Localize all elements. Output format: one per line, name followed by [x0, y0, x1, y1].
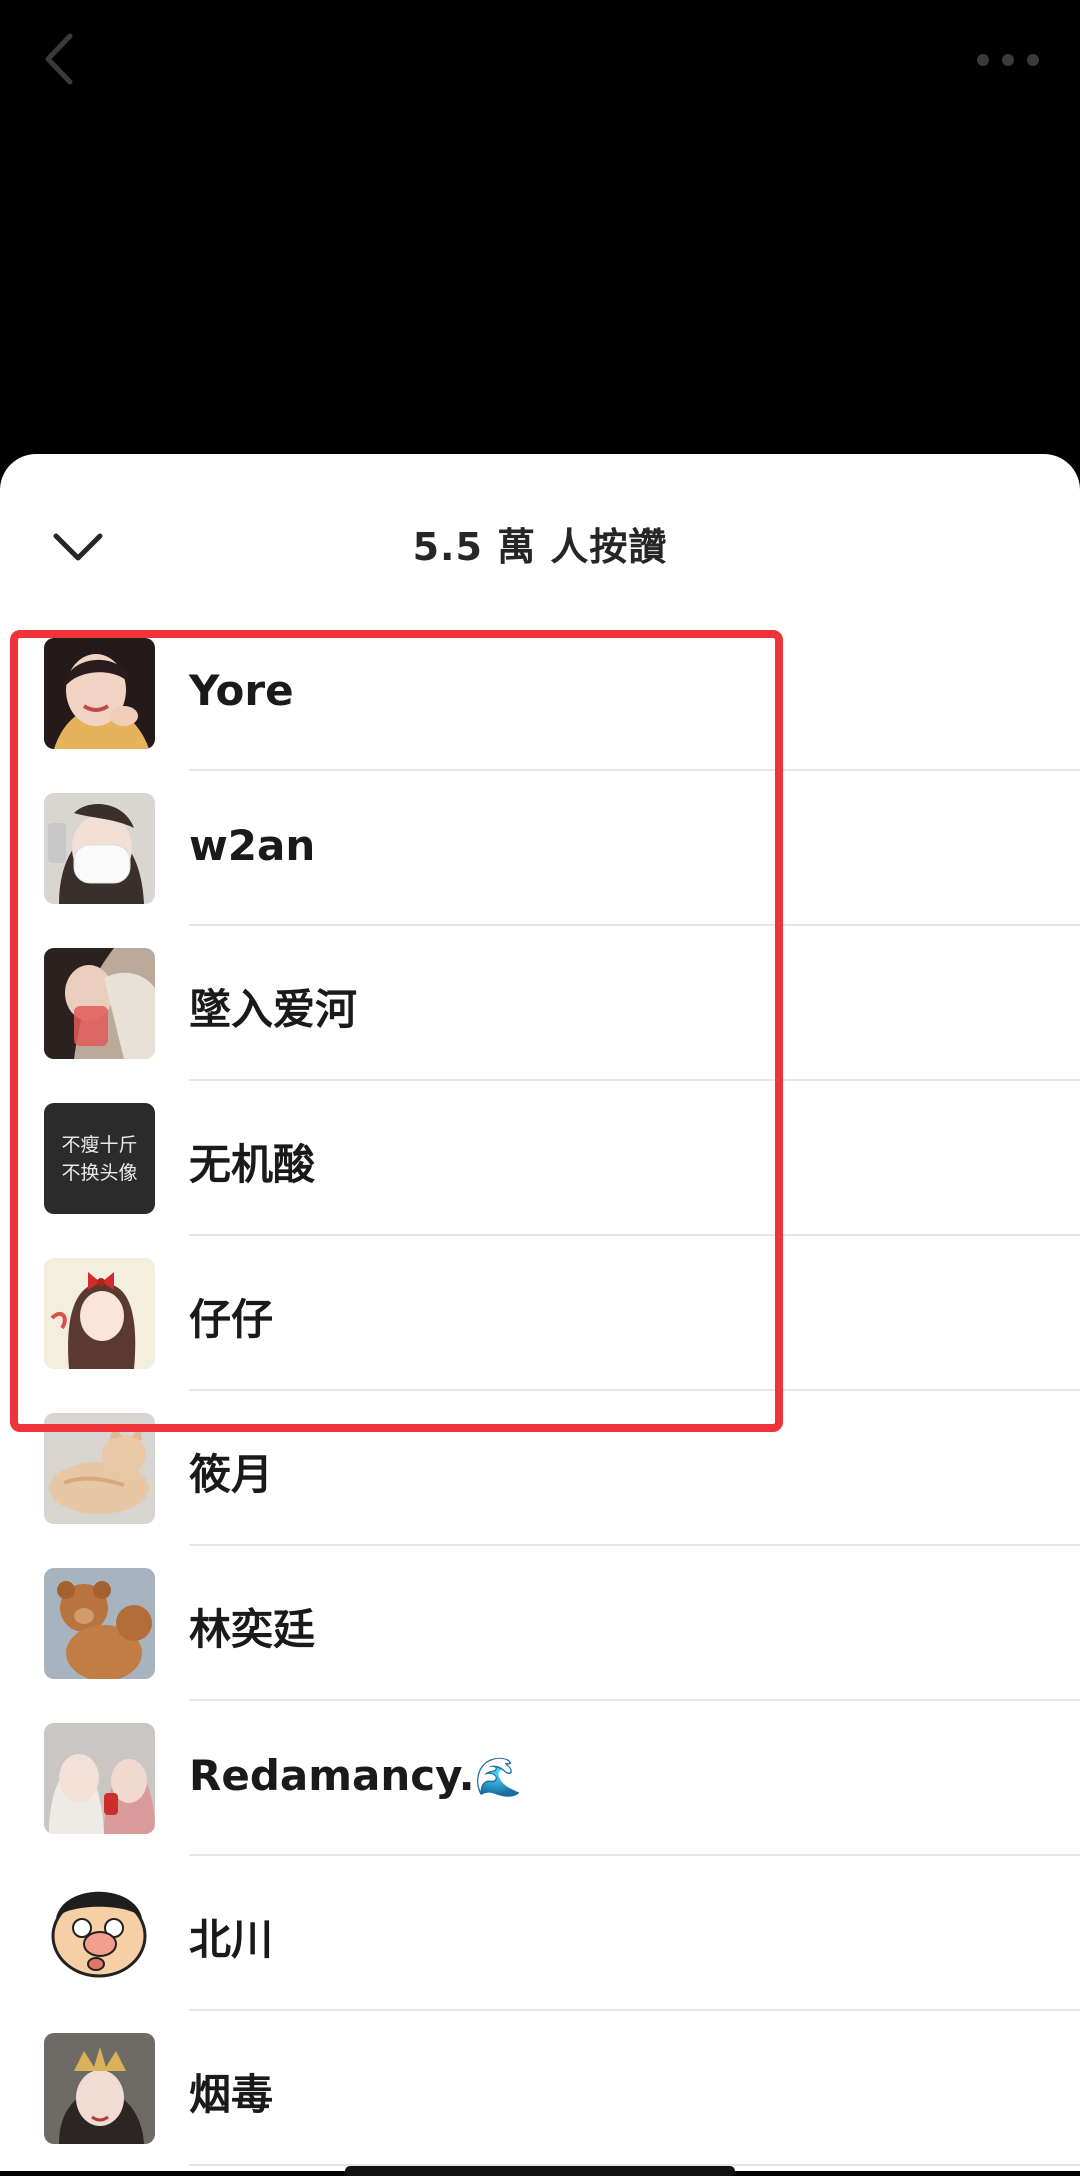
liker-name[interactable]: Redamancy.🌊	[189, 1751, 522, 1800]
liker-name[interactable]: 墜入爱河	[189, 976, 357, 1037]
avatar[interactable]	[44, 1878, 155, 1989]
liker-row[interactable]: Yore	[0, 616, 1080, 771]
avatar[interactable]	[44, 948, 155, 1059]
top-bar	[0, 0, 1080, 454]
sheet-header: 5.5 萬 人按讚	[0, 454, 1080, 624]
more-horizontal-icon	[977, 54, 1039, 66]
liker-row[interactable]: w2an	[0, 771, 1080, 926]
liker-row[interactable]: 烟毒	[0, 2011, 1080, 2166]
home-indicator	[345, 2166, 735, 2176]
liker-row[interactable]: 林奕廷	[0, 1546, 1080, 1701]
avatar-text: 不瘦十斤 不换头像	[44, 1103, 155, 1214]
liker-name[interactable]: 北川	[189, 1906, 273, 1967]
liker-name[interactable]: 林奕廷	[189, 1596, 315, 1657]
avatar[interactable]	[44, 1258, 155, 1369]
avatar[interactable]	[44, 1723, 155, 1834]
avatar[interactable]	[44, 2033, 155, 2144]
liker-row[interactable]: Redamancy.🌊	[0, 1701, 1080, 1856]
avatar-text-line: 不瘦十斤	[61, 1133, 138, 1156]
chevron-left-icon	[45, 33, 73, 85]
liker-row[interactable]: 北川	[0, 1856, 1080, 2011]
avatar[interactable]: 不瘦十斤 不换头像	[44, 1103, 155, 1214]
liker-name[interactable]: 仔仔	[189, 1286, 273, 1347]
wave-emoji: 🌊	[474, 1755, 522, 1799]
liker-name[interactable]: 筱月	[189, 1441, 273, 1502]
liker-name-text: Redamancy.	[189, 1751, 475, 1800]
likes-count-title: 5.5 萬 人按讚	[412, 525, 668, 569]
liker-name[interactable]: 烟毒	[189, 2061, 273, 2122]
avatar[interactable]	[44, 1413, 155, 1524]
liker-row[interactable]: 墜入爱河	[0, 926, 1080, 1081]
avatar[interactable]	[44, 793, 155, 904]
likes-sheet: 5.5 萬 人按讚 Yore w2an 墜入爱河 不瘦十斤 不换头像 无机酸 仔…	[0, 454, 1080, 2171]
liker-name[interactable]: Yore	[189, 666, 294, 715]
avatar[interactable]	[44, 638, 155, 749]
liker-name[interactable]: w2an	[189, 821, 315, 870]
liker-row[interactable]: 不瘦十斤 不换头像 无机酸	[0, 1081, 1080, 1236]
liker-row[interactable]: 筱月	[0, 1391, 1080, 1546]
avatar[interactable]	[44, 1568, 155, 1679]
more-options-button[interactable]	[968, 40, 1050, 80]
back-button[interactable]	[36, 28, 88, 90]
liker-name[interactable]: 无机酸	[189, 1131, 315, 1192]
liker-row[interactable]: 仔仔	[0, 1236, 1080, 1391]
avatar-text-line: 不换头像	[61, 1161, 138, 1184]
likers-list[interactable]: Yore w2an 墜入爱河 不瘦十斤 不换头像 无机酸 仔仔 筱月 林奕廷 R…	[0, 616, 1080, 2166]
